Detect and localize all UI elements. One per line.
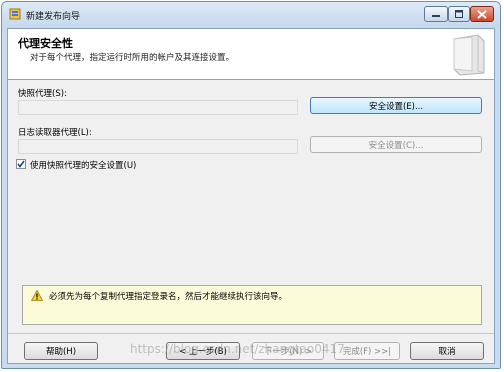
minimize-icon bbox=[432, 15, 440, 17]
snapshot-agent-field bbox=[18, 100, 298, 115]
minimize-button[interactable] bbox=[424, 6, 448, 22]
help-button[interactable]: 帮助(H) bbox=[24, 342, 98, 360]
snapshot-security-settings-button[interactable]: 安全设置(E)... bbox=[310, 97, 482, 114]
footer-separator bbox=[8, 333, 494, 334]
log-reader-agent-field bbox=[18, 139, 298, 154]
close-icon bbox=[477, 9, 487, 19]
log-reader-security-settings-button[interactable]: 安全设置(C)... bbox=[310, 136, 482, 153]
wizard-window: 新建发布向导 代理安全性 对于每个代理，指定运行时所用的帐户及其连接设置。 快照… bbox=[1, 1, 501, 369]
checkmark-icon bbox=[17, 160, 25, 168]
use-snapshot-security-label[interactable]: 使用快照代理的安全设置(U) bbox=[30, 159, 136, 171]
maximize-button[interactable] bbox=[448, 6, 470, 22]
cancel-button[interactable]: 取消 bbox=[410, 342, 484, 360]
wizard-page: 代理安全性 对于每个代理，指定运行时所用的帐户及其连接设置。 快照代理(S): … bbox=[7, 28, 495, 364]
app-icon bbox=[9, 8, 21, 20]
snapshot-agent-label: 快照代理(S): bbox=[18, 89, 67, 99]
watermark: https://blog.csdn.net/zhangtao0417 bbox=[130, 342, 345, 356]
page-title: 代理安全性 bbox=[18, 37, 73, 50]
window-title: 新建发布向导 bbox=[26, 12, 81, 22]
log-reader-agent-label: 日志读取器代理(L): bbox=[18, 128, 92, 138]
warning-message-box: 必须先为每个复制代理指定登录名，然后才能继续执行该向导。 bbox=[22, 285, 482, 325]
page-header: 代理安全性 对于每个代理，指定运行时所用的帐户及其连接设置。 bbox=[8, 29, 494, 80]
page-subtitle: 对于每个代理，指定运行时所用的帐户及其连接设置。 bbox=[30, 53, 235, 63]
title-bar: 新建发布向导 bbox=[2, 2, 500, 28]
maximize-icon bbox=[455, 10, 463, 18]
close-button[interactable] bbox=[470, 6, 494, 22]
use-snapshot-security-checkbox[interactable] bbox=[16, 159, 26, 169]
warning-icon bbox=[31, 290, 43, 301]
warning-text: 必须先为每个复制代理指定登录名，然后才能继续执行该向导。 bbox=[49, 292, 288, 302]
wizard-banner-icon bbox=[453, 34, 485, 76]
